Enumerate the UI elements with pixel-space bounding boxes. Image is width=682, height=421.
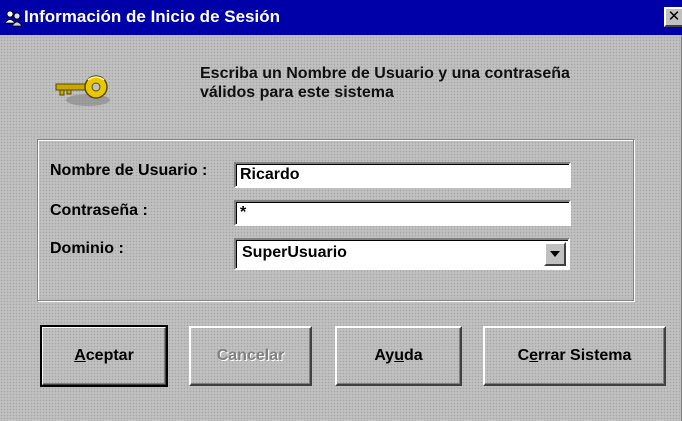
window-title: Información de Inicio de Sesión bbox=[24, 7, 280, 26]
cancel-button-label: Cancelar bbox=[216, 347, 285, 364]
close-system-button-label: Cerrar Sistema bbox=[517, 347, 632, 364]
username-input[interactable] bbox=[234, 162, 571, 188]
key-icon bbox=[55, 75, 110, 106]
accept-button[interactable]: Aceptar bbox=[40, 325, 168, 387]
login-dialog: Información de Inicio de Sesión ✕ Escrib… bbox=[0, 0, 682, 421]
password-input[interactable] bbox=[234, 200, 571, 226]
instruction-line-2: válidos para este sistema bbox=[200, 84, 394, 101]
domain-dropdown-button[interactable] bbox=[544, 242, 566, 266]
chevron-down-icon bbox=[550, 251, 560, 257]
cancel-button[interactable]: Cancelar bbox=[189, 326, 312, 386]
instruction-line-1: Escriba un Nombre de Usuario y una contr… bbox=[200, 65, 570, 82]
domain-selected-value: SuperUsuario bbox=[242, 244, 347, 261]
help-button[interactable]: Ayuda bbox=[335, 326, 462, 386]
close-system-button[interactable]: Cerrar Sistema bbox=[483, 326, 666, 386]
users-icon bbox=[4, 10, 23, 27]
domain-select[interactable]: SuperUsuario bbox=[234, 238, 570, 270]
accept-button-label: Aceptar bbox=[74, 347, 134, 364]
close-button[interactable]: ✕ bbox=[664, 7, 682, 27]
instruction-text: Escriba un Nombre de Usuario y una contr… bbox=[200, 64, 660, 102]
username-label: Nombre de Usuario : bbox=[50, 162, 208, 179]
domain-label: Dominio : bbox=[50, 240, 124, 257]
help-button-label: Ayuda bbox=[374, 347, 423, 364]
title-bar[interactable]: Información de Inicio de Sesión ✕ bbox=[0, 0, 682, 35]
password-label: Contraseña : bbox=[50, 202, 148, 219]
close-icon: ✕ bbox=[667, 8, 681, 25]
